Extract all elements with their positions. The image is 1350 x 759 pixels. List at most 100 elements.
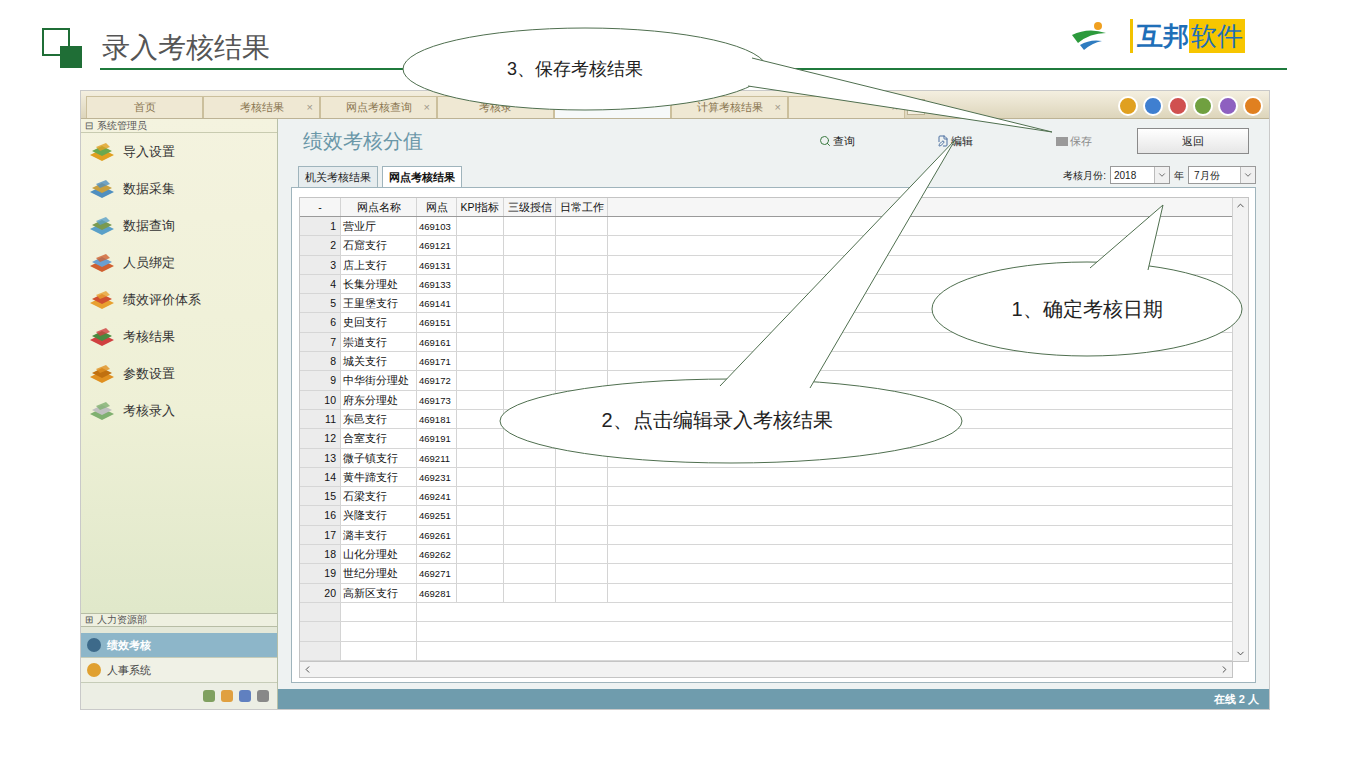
tray-icon[interactable] [1193, 96, 1213, 116]
table-cell: 5 [300, 294, 341, 312]
sidebar-item[interactable]: 数据采集 [81, 170, 277, 207]
tool-icon[interactable] [203, 690, 215, 702]
tray-icon[interactable] [1143, 96, 1163, 116]
table-cell: 17 [300, 526, 341, 544]
table-row[interactable]: 13微子镇支行469211 [300, 449, 1232, 468]
table-row[interactable]: 19世纪分理处469271 [300, 564, 1232, 583]
back-button[interactable]: 返回 [1137, 128, 1249, 154]
tool-icon[interactable] [239, 690, 251, 702]
tab-close[interactable]: × [892, 100, 898, 114]
table-row[interactable]: 1营业厅469103 [300, 217, 1232, 236]
tab-close[interactable]: × [424, 100, 430, 114]
chevron-down-icon [1243, 170, 1253, 180]
sidebar-item[interactable]: 导入设置 [81, 133, 277, 170]
toolbar-button[interactable]: 保存 [1056, 133, 1137, 150]
table-row[interactable]: 15石梁支行469241 [300, 487, 1232, 506]
slide-title: 录入考核结果 [100, 30, 270, 68]
horizontal-scrollbar[interactable] [299, 662, 1233, 678]
subtab[interactable]: 网点考核结果 [382, 166, 462, 187]
empty-row [300, 603, 1232, 622]
table-cell: 469151 [417, 313, 457, 331]
tab[interactable]: 考核录 [437, 96, 554, 118]
table-cell [556, 294, 608, 312]
table-cell: 20 [300, 584, 341, 602]
subtab[interactable]: 机关考核结果 [298, 166, 378, 187]
table-cell [504, 217, 556, 235]
callout-bubble [500, 140, 962, 463]
table-row[interactable]: 4长集分理处469133 [300, 275, 1232, 294]
chevron-up-icon [1235, 200, 1246, 211]
table-row[interactable]: 7崇道支行469161 [300, 333, 1232, 352]
sidebar-item-label: 绩效评价体系 [123, 290, 201, 310]
tab[interactable]: 考核结果× [203, 96, 320, 118]
table-cell: 石梁支行 [341, 487, 417, 505]
module-item[interactable]: 绩效考核 [81, 633, 277, 658]
tool-icon[interactable] [257, 690, 269, 702]
sidebar-footer-group[interactable]: ⊞人力资源部 [81, 613, 277, 627]
table-cell [457, 584, 504, 602]
table-row[interactable]: 12合室支行469191 [300, 429, 1232, 448]
tab[interactable]: 计算考核结果 × [671, 96, 788, 118]
table-row[interactable]: 18山化分理处469262 [300, 545, 1232, 564]
sidebar-item[interactable]: 绩效评价体系 [81, 281, 277, 318]
table-cell: 世纪分理处 [341, 564, 417, 582]
table-cell [504, 275, 556, 293]
table-cell [556, 236, 608, 254]
tool-icon[interactable] [221, 690, 233, 702]
year-select[interactable]: 2018 [1110, 166, 1170, 184]
tab[interactable] [554, 96, 671, 118]
table-cell [556, 487, 608, 505]
tab-close[interactable]: × [775, 100, 781, 114]
vertical-scrollbar[interactable] [1232, 198, 1248, 661]
table-cell [556, 256, 608, 274]
sidebar-item[interactable]: 考核录入 [81, 392, 277, 429]
table-row[interactable]: 2石窟支行469121 [300, 236, 1232, 255]
table-panel: -网点名称网点KPI指标三级授信日常工作1营业厅4691032石窟支行46912… [291, 187, 1256, 683]
table-cell [504, 333, 556, 351]
table-row[interactable]: 16兴隆支行469251 [300, 506, 1232, 525]
tab-label: 首页 [134, 99, 156, 116]
sidebar-item[interactable]: 考核结果 [81, 318, 277, 355]
table-cell [504, 506, 556, 524]
toolbar-button[interactable]: 查询 [819, 133, 937, 150]
module-item[interactable]: 人事系统 [81, 658, 277, 683]
table-row[interactable]: 10府东分理处469173 [300, 391, 1232, 410]
table-cell [504, 352, 556, 370]
tray-icon[interactable] [1168, 96, 1188, 116]
sidebar-group-header[interactable]: ⊟系统管理员 [81, 119, 277, 133]
edit-icon [937, 135, 949, 147]
table-cell: 469161 [417, 333, 457, 351]
table-cell: 8 [300, 352, 341, 370]
module-icon [88, 363, 116, 385]
table-cell [556, 449, 608, 467]
sidebar-item[interactable]: 人员绑定 [81, 244, 277, 281]
table-row[interactable]: 8城关支行469171 [300, 352, 1232, 371]
tray-icon[interactable] [1118, 96, 1138, 116]
table-cell: 10 [300, 391, 341, 409]
tray-icon[interactable] [1243, 96, 1263, 116]
table-row[interactable]: 14黄牛蹄支行469231 [300, 468, 1232, 487]
table-row[interactable]: 17潞丰支行469261 [300, 526, 1232, 545]
table-row[interactable]: 20高新区支行469281 [300, 584, 1232, 603]
table-cell: 469173 [417, 391, 457, 409]
table-cell: 黄牛蹄支行 [341, 468, 417, 486]
table-row[interactable]: 9中华街分理处469172 [300, 371, 1232, 390]
tab-label: 计算考核结果 [697, 99, 763, 116]
sidebar-item-label: 考核结果 [123, 327, 175, 347]
table-cell [504, 313, 556, 331]
tab[interactable]: × [788, 96, 905, 118]
tab-menu[interactable] [907, 99, 925, 115]
table-cell [556, 545, 608, 563]
month-select[interactable]: 7月份 [1188, 166, 1256, 184]
sidebar-item[interactable]: 参数设置 [81, 355, 277, 392]
tab[interactable]: 首页 [86, 96, 203, 118]
table-cell: 469231 [417, 468, 457, 486]
toolbar-button[interactable]: 编辑 [937, 133, 1056, 150]
tab[interactable]: 网点考核查询× [320, 96, 437, 118]
table-cell [504, 371, 556, 389]
table-row[interactable]: 3店上支行469131 [300, 256, 1232, 275]
table-cell [457, 429, 504, 447]
tray-icon[interactable] [1218, 96, 1238, 116]
sidebar-item[interactable]: 数据查询 [81, 207, 277, 244]
tab-close[interactable]: × [307, 100, 313, 114]
